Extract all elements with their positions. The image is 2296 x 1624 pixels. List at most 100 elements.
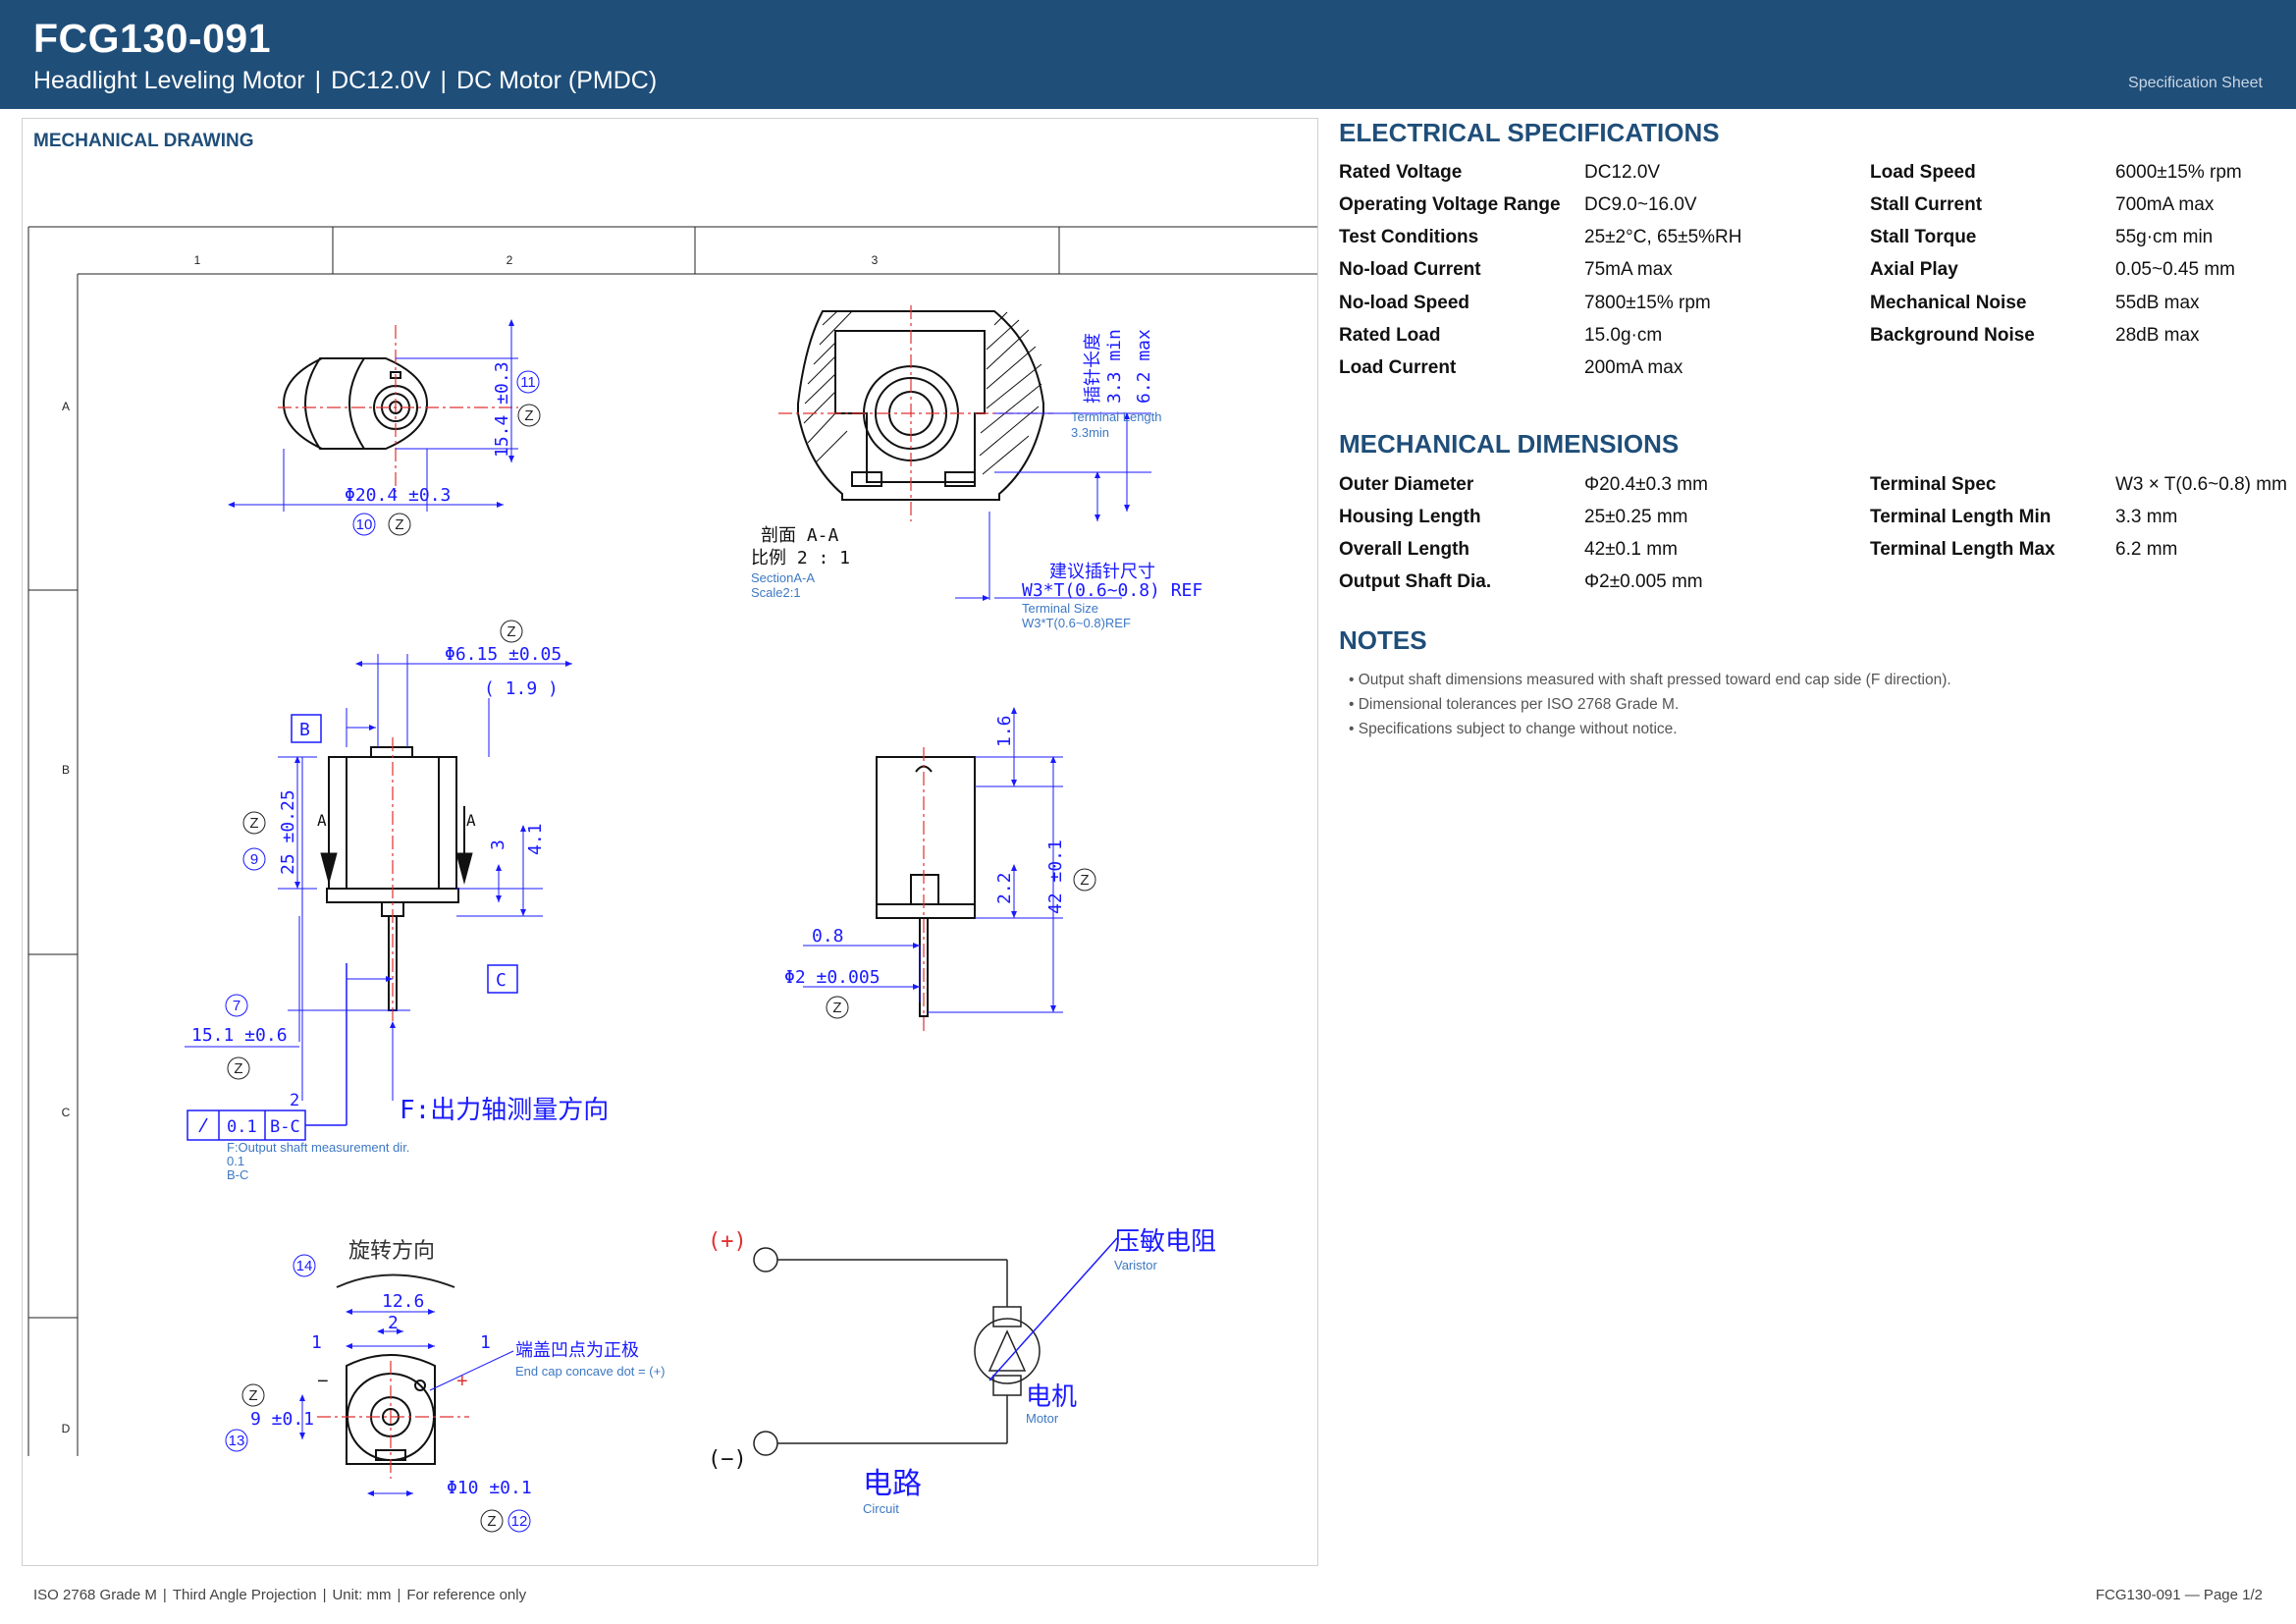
section-arrows	[320, 806, 473, 885]
dim-dia-10: Φ10 ±0.1	[447, 1478, 532, 1498]
runout-ref: B-C	[270, 1117, 300, 1137]
zone-labels: 1 2 3 A B C D	[62, 253, 879, 1435]
end-view-top	[282, 357, 429, 450]
footer-left: ISO 2768 Grade M | Third Angle Projection |…	[33, 1587, 526, 1603]
notes-list: • Output shaft dimensions measured with …	[1349, 668, 1951, 741]
spec-label: Rated Voltage	[1339, 162, 1463, 183]
spec-label: No-load Speed	[1339, 293, 1470, 313]
term-size-en2: W3*T(0.6~0.8)REF	[1022, 616, 1131, 630]
term-len-min: 3.3 min	[1104, 329, 1125, 404]
separator: |	[322, 1587, 327, 1603]
svg-text:11: 11	[520, 374, 536, 391]
runout-en1: 0.1	[227, 1154, 244, 1168]
spec-value: 55g·cm min	[2115, 227, 2214, 247]
spec-label: Rated Load	[1339, 325, 1441, 346]
zone-col-2: 2	[507, 253, 513, 267]
center-lines	[278, 325, 518, 492]
runout-en2: B-C	[227, 1167, 248, 1182]
endcap-en: End cap concave dot = (+)	[515, 1364, 665, 1379]
footer-ref: For reference only	[406, 1587, 527, 1603]
datum-b: B	[299, 720, 310, 740]
spec-label: Terminal Spec	[1870, 474, 1997, 495]
zone-row-c: C	[62, 1106, 71, 1119]
spec-label: Operating Voltage Range	[1339, 194, 1561, 215]
runout-val: 0.1	[227, 1117, 257, 1137]
spec-value: DC9.0~16.0V	[1584, 194, 1697, 215]
spec-label: Housing Length	[1339, 507, 1481, 527]
svg-text:Z: Z	[249, 815, 258, 832]
spec-label: Output Shaft Dia.	[1339, 571, 1492, 592]
spec-label: Stall Torque	[1870, 227, 1977, 247]
spec-value: 75mA max	[1584, 259, 1673, 280]
note-item: • Output shaft dimensions measured with …	[1349, 672, 1951, 688]
svg-text:Z: Z	[832, 1000, 841, 1016]
electrical-title: ELECTRICAL SPECIFICATIONS	[1339, 118, 1720, 147]
header-bar: FCG130-091 Headlight Leveling Motor | DC12…	[0, 0, 2296, 109]
hatch	[803, 310, 1042, 475]
spec-value: Φ2±0.005 mm	[1584, 571, 1703, 592]
spec-label: Terminal Length Max	[1870, 539, 2056, 560]
zone-col-1: 1	[194, 253, 201, 267]
svg-text:7: 7	[233, 998, 240, 1014]
spec-value: Φ20.4±0.3 mm	[1584, 474, 1708, 495]
scale-en: Scale2:1	[751, 585, 801, 600]
dim-1-9: ( 1.9 )	[484, 678, 559, 699]
svg-text:14: 14	[296, 1258, 313, 1274]
dims-top	[228, 319, 518, 512]
dim-15-1: 15.1 ±0.6	[191, 1025, 288, 1046]
datum-c: C	[496, 970, 507, 991]
minus-terminal: (−)	[708, 1447, 747, 1472]
term-len-cn: 插针长度	[1083, 333, 1103, 404]
spec-value: 3.3 mm	[2115, 507, 2178, 527]
term-size-en: Terminal Size	[1022, 601, 1098, 616]
spec-value: 25±0.25 mm	[1584, 507, 1688, 527]
zone-row-d: D	[62, 1422, 71, 1435]
separator: |	[440, 67, 448, 94]
spec-label: Stall Current	[1870, 194, 1983, 215]
section-en: SectionA-A	[751, 570, 815, 585]
dim-12-6: 12.6	[382, 1291, 424, 1312]
dim-3: 3	[488, 839, 508, 850]
footer-page: FCG130-091 — Page 1/2	[2095, 1587, 2263, 1603]
spec-value: 28dB max	[2115, 325, 2200, 346]
separator: |	[314, 67, 322, 94]
runout-2: 2	[290, 1091, 299, 1110]
dim-4-1: 4.1	[525, 823, 546, 855]
dim-42: 42 ±0.1	[1045, 839, 1066, 914]
voltage: DC12.0V	[331, 67, 431, 94]
motor-type: DC Motor (PMDC)	[456, 67, 658, 94]
term-len-en: Terminal Length	[1071, 409, 1162, 424]
spec-label: Terminal Length Min	[1870, 507, 2052, 527]
spec-label: Axial Play	[1870, 259, 1958, 280]
plus-terminal: (+)	[708, 1229, 747, 1254]
dim-2: 2	[388, 1313, 399, 1333]
svg-text:Z: Z	[507, 623, 515, 640]
svg-text:Z: Z	[234, 1060, 242, 1077]
svg-text:Z: Z	[487, 1513, 496, 1530]
spec-label: No-load Current	[1339, 259, 1481, 280]
term-size: W3*T(0.6~0.8) REF	[1022, 580, 1202, 601]
rotation-cn: 旋转方向	[348, 1239, 435, 1264]
term-len-max: 6.2 max	[1134, 329, 1154, 404]
varistor-cn: 压敏电阻	[1114, 1226, 1216, 1256]
zone-col-3: 3	[872, 253, 879, 267]
svg-text:10: 10	[356, 516, 373, 533]
svg-text:Z: Z	[524, 407, 533, 424]
notes-title: NOTES	[1339, 625, 1427, 655]
motor-cn: 电机	[1026, 1381, 1077, 1411]
minus-sign: −	[317, 1371, 329, 1392]
term-len-en2: 3.3min	[1071, 425, 1109, 440]
spec-label: Overall Length	[1339, 539, 1470, 560]
footer-standard: ISO 2768 Grade M	[33, 1587, 157, 1603]
svg-text:12: 12	[511, 1513, 528, 1530]
term-size-cn: 建议插针尺寸	[1049, 562, 1155, 582]
section-cn: 剖面 A-A	[761, 525, 839, 546]
separator: |	[397, 1587, 401, 1603]
dim-1-6: 1.6	[994, 715, 1015, 747]
circuit-cn: 电路	[863, 1468, 922, 1500]
runout-frame	[187, 963, 347, 1141]
svg-text:9: 9	[250, 851, 258, 868]
spec-value: W3 × T(0.6~0.8) mm	[2115, 474, 2287, 495]
spec-value: 700mA max	[2115, 194, 2215, 215]
spec-value: 25±2°C, 65±5%RH	[1584, 227, 1742, 247]
